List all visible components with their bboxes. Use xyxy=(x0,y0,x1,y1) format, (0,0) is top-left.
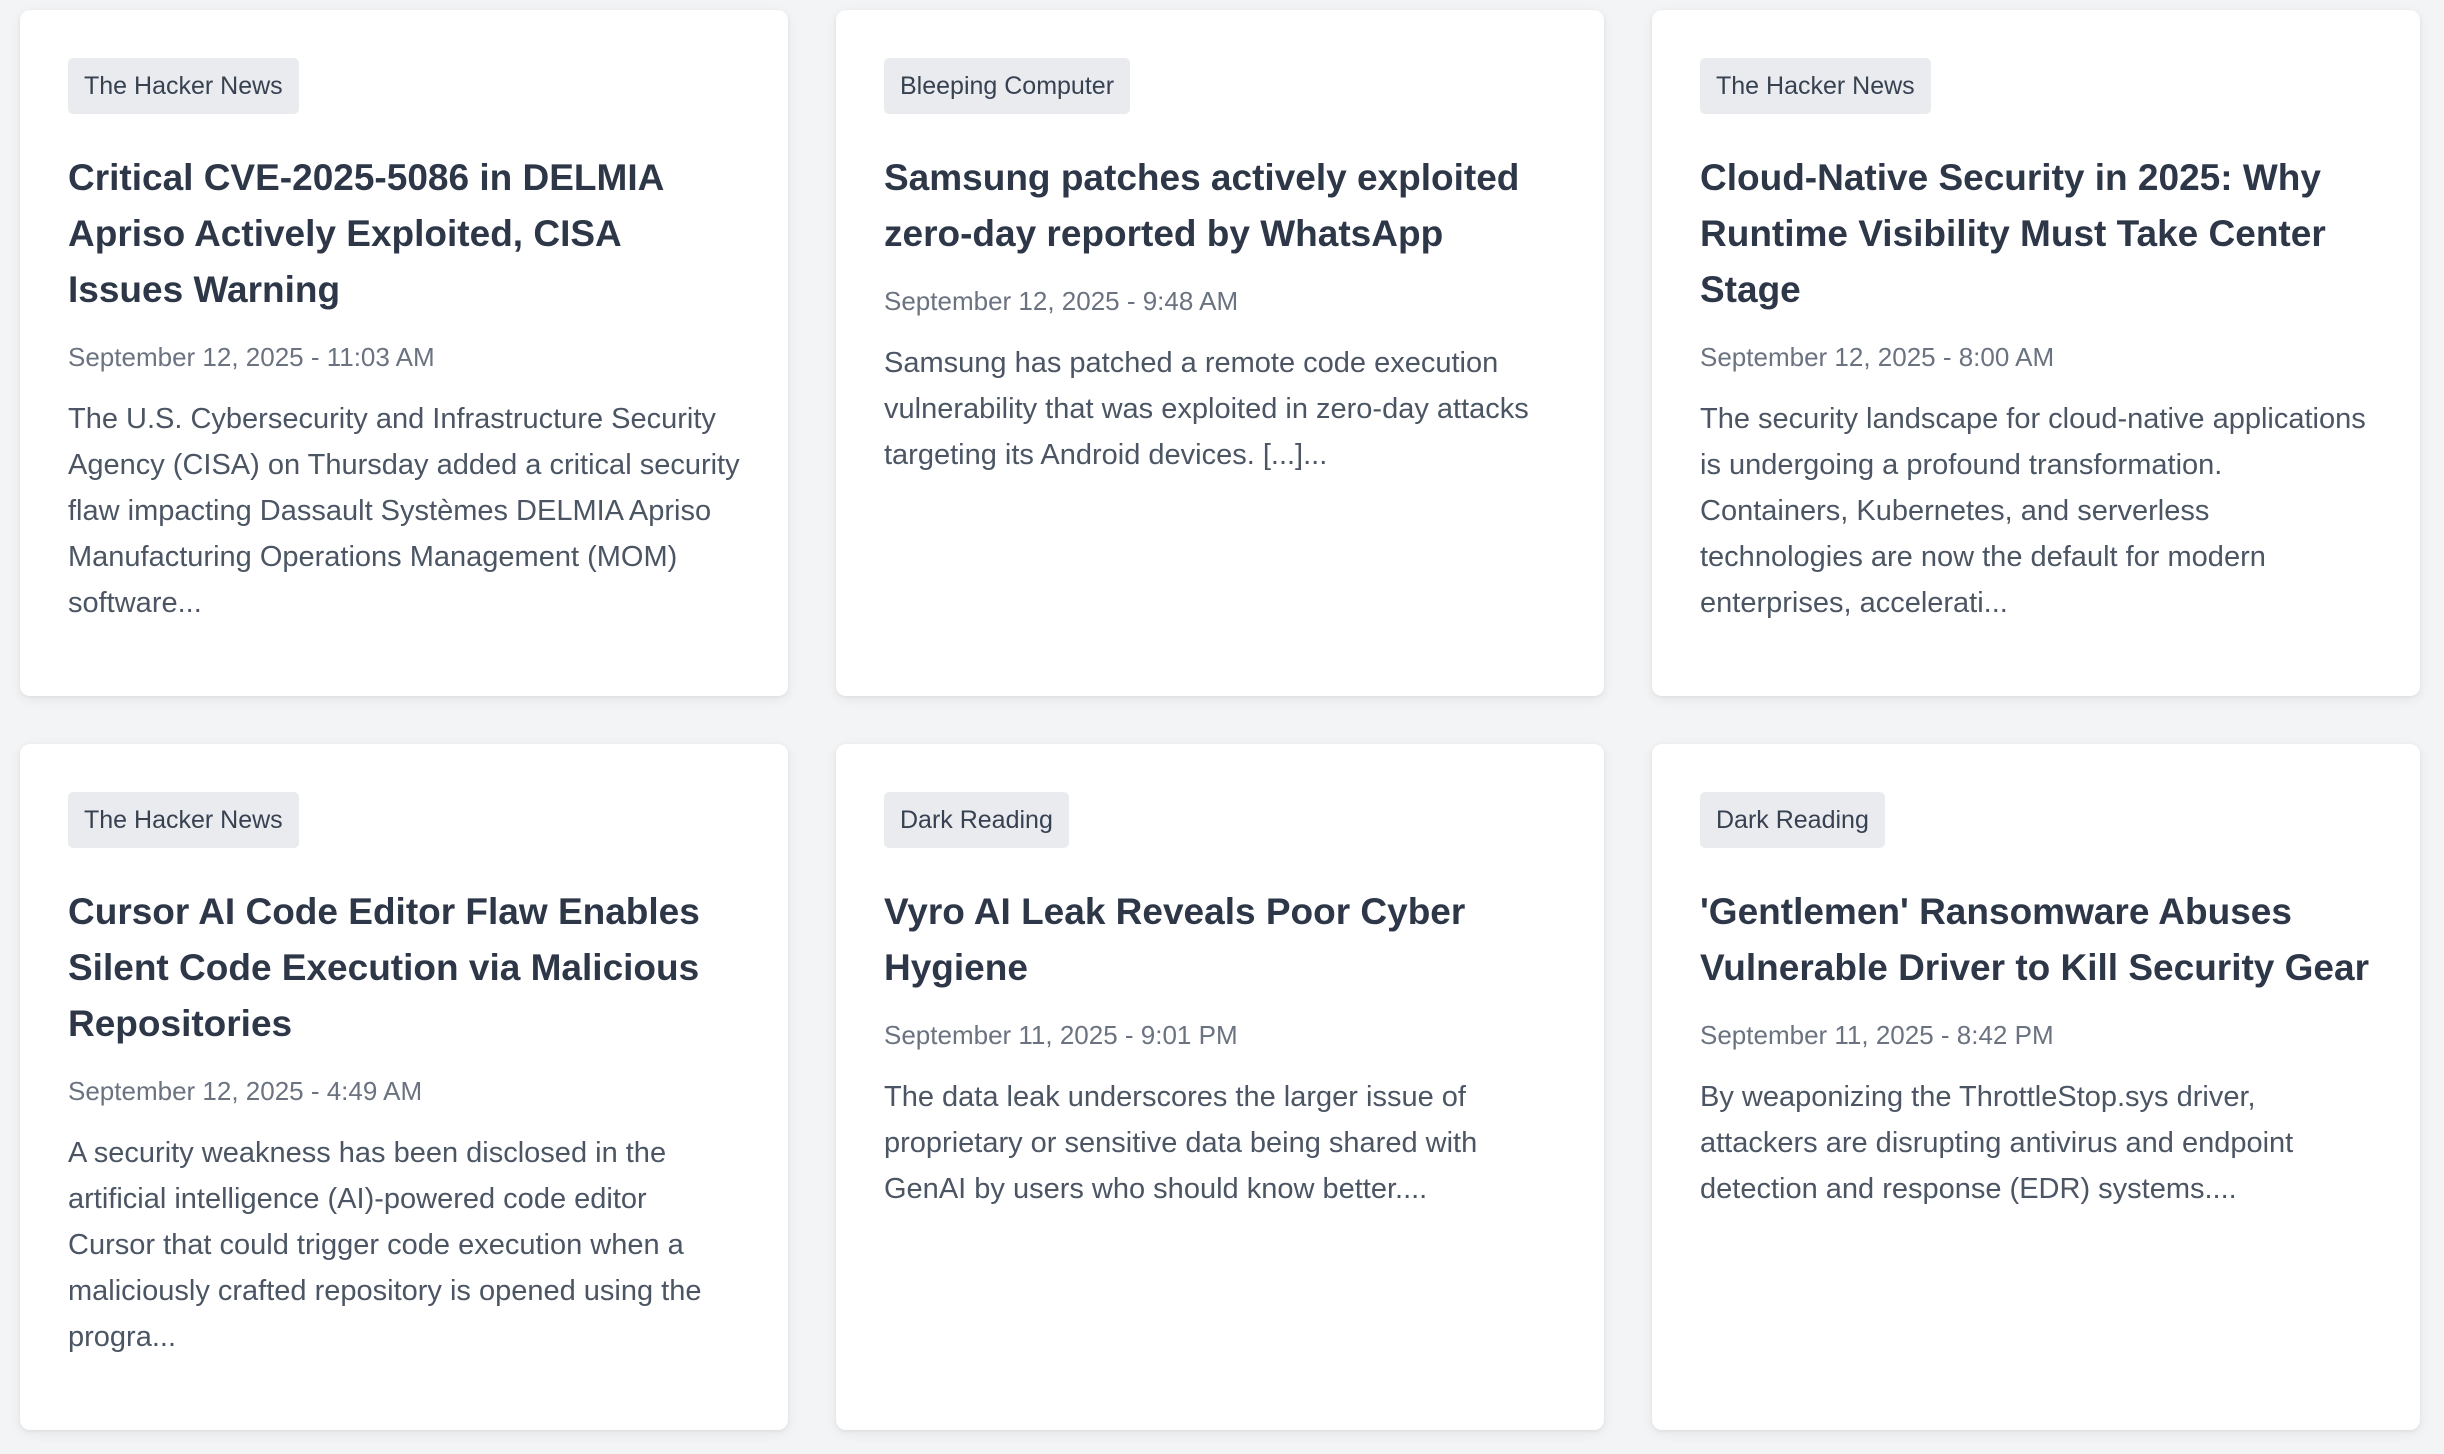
news-card[interactable]: Bleeping Computer Samsung patches active… xyxy=(836,10,1604,696)
article-date: September 11, 2025 - 8:42 PM xyxy=(1700,1020,2054,1050)
article-title[interactable]: Critical CVE-2025-5086 in DELMIA Apriso … xyxy=(68,150,740,318)
news-card[interactable]: The Hacker News Cursor AI Code Editor Fl… xyxy=(20,744,788,1430)
source-badge: Bleeping Computer xyxy=(884,58,1131,114)
news-card[interactable]: Dark Reading 'Gentlemen' Ransomware Abus… xyxy=(1652,744,2420,1430)
article-title[interactable]: Samsung patches actively exploited zero-… xyxy=(884,150,1556,262)
source-badge: Dark Reading xyxy=(884,792,1069,848)
news-card[interactable]: The Hacker News Critical CVE-2025-5086 i… xyxy=(20,10,788,696)
news-card[interactable]: The Hacker News Cloud-Native Security in… xyxy=(1652,10,2420,696)
article-excerpt: Samsung has patched a remote code execut… xyxy=(884,347,1529,471)
article-excerpt: The security landscape for cloud-native … xyxy=(1700,403,2366,619)
source-badge: The Hacker News xyxy=(68,58,299,114)
news-card[interactable]: Dark Reading Vyro AI Leak Reveals Poor C… xyxy=(836,744,1604,1430)
article-excerpt: The U.S. Cybersecurity and Infrastructur… xyxy=(68,403,740,619)
article-date: September 12, 2025 - 11:03 AM xyxy=(68,342,435,372)
source-badge: The Hacker News xyxy=(68,792,299,848)
article-date: September 12, 2025 - 4:49 AM xyxy=(68,1076,423,1106)
article-date: September 12, 2025 - 9:48 AM xyxy=(884,286,1239,316)
article-date: September 12, 2025 - 8:00 AM xyxy=(1700,342,2055,372)
article-title[interactable]: Vyro AI Leak Reveals Poor Cyber Hygiene xyxy=(884,884,1556,996)
article-date: September 11, 2025 - 9:01 PM xyxy=(884,1020,1238,1050)
article-excerpt: By weaponizing the ThrottleStop.sys driv… xyxy=(1700,1081,2294,1205)
article-excerpt: The data leak underscores the larger iss… xyxy=(884,1081,1478,1205)
news-card-grid: The Hacker News Critical CVE-2025-5086 i… xyxy=(20,10,2420,1430)
source-badge: Dark Reading xyxy=(1700,792,1885,848)
article-title[interactable]: Cloud-Native Security in 2025: Why Runti… xyxy=(1700,150,2372,318)
source-badge: The Hacker News xyxy=(1700,58,1931,114)
article-title[interactable]: Cursor AI Code Editor Flaw Enables Silen… xyxy=(68,884,740,1052)
article-excerpt: A security weakness has been disclosed i… xyxy=(68,1137,702,1353)
article-title[interactable]: 'Gentlemen' Ransomware Abuses Vulnerable… xyxy=(1700,884,2372,996)
